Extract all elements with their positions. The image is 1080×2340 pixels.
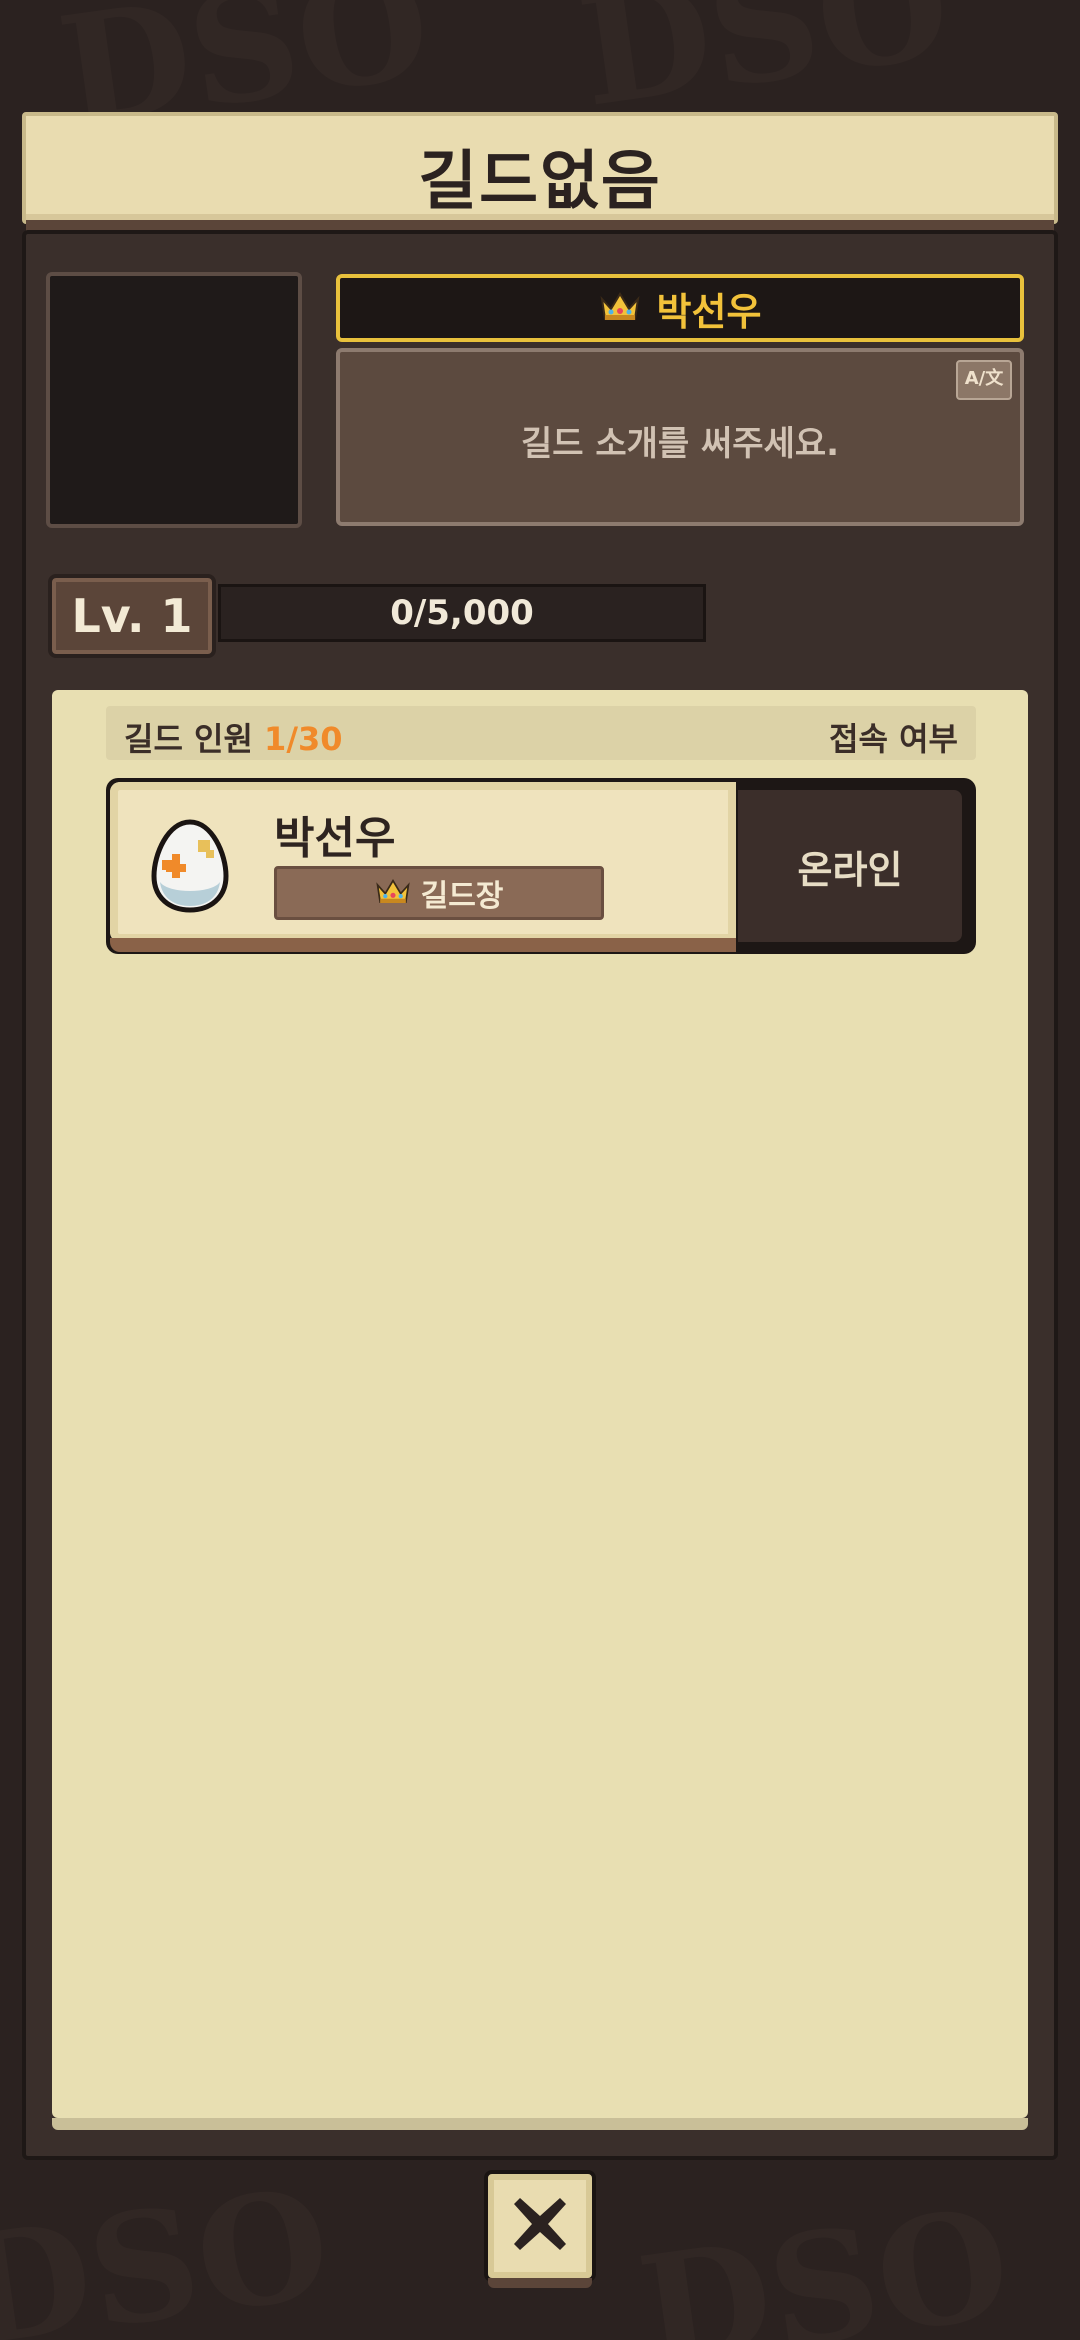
member-status-cell: 온라인 [738, 790, 962, 942]
translate-button[interactable]: A/文 [956, 360, 1012, 400]
close-icon [510, 2194, 570, 2258]
guild-level-badge: Lv. 1 [48, 574, 216, 658]
leader-bar: 박선우 [336, 274, 1024, 342]
guild-emblem[interactable] [46, 272, 302, 528]
member-role: 길드장 [420, 879, 504, 914]
guild-level: Lv. 1 [71, 589, 193, 643]
xp-text: 0/5,000 [390, 593, 534, 633]
member-name: 박선우 [274, 813, 396, 864]
member-list-header: 길드 인원 1/30 접속 여부 [106, 706, 976, 760]
member-row[interactable]: 박선우 길드장 온라인 [106, 778, 976, 954]
member-count: 1/30 [264, 720, 343, 758]
title-banner: 길드없음 [22, 112, 1058, 234]
status-column-header: 접속 여부 [829, 720, 958, 758]
member-status: 온라인 [797, 847, 903, 892]
guild-xp-bar: 0/5,000 [218, 584, 706, 642]
member-card: 박선우 길드장 [110, 782, 736, 952]
member-role-badge: 길드장 [274, 866, 604, 920]
egg-avatar-icon [148, 818, 232, 918]
member-list-panel: 길드 인원 1/30 접속 여부 박선우 길드장 온라인 [52, 690, 1028, 2130]
guild-intro-text: 길드 소개를 써주세요. [520, 424, 840, 464]
page-title: 길드없음 [418, 145, 662, 219]
crown-icon [375, 876, 411, 910]
close-button[interactable] [484, 2170, 596, 2288]
leader-name: 박선우 [656, 289, 762, 334]
guild-intro-box[interactable]: 길드 소개를 써주세요. A/文 [336, 348, 1024, 526]
crown-icon [599, 289, 641, 327]
member-count-label: 길드 인원 [124, 720, 253, 758]
